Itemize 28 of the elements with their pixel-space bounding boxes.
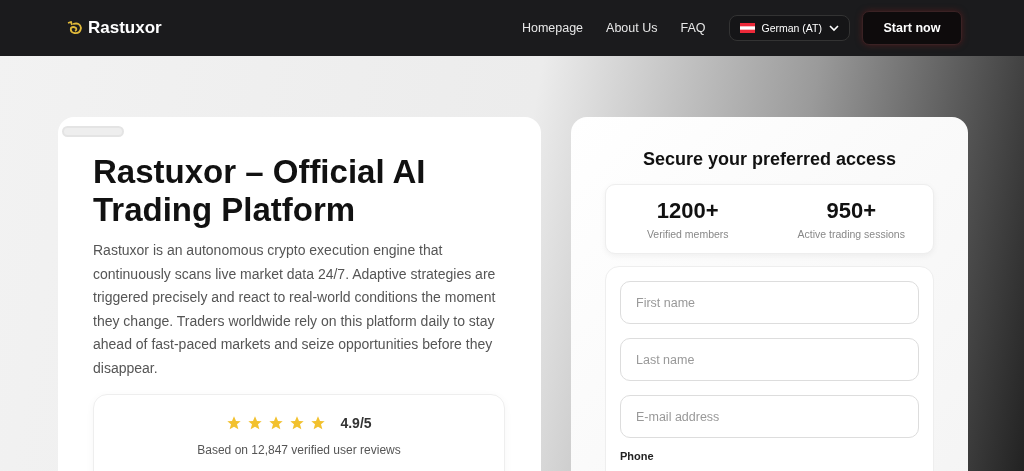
logo-icon <box>67 21 83 35</box>
decorative-pill <box>62 126 124 137</box>
phone-label: Phone <box>620 450 655 462</box>
start-now-button[interactable]: Start now <box>862 11 962 45</box>
rating-score: 4.9/5 <box>340 415 372 431</box>
input-field[interactable]: Last name <box>620 338 919 381</box>
brand-name: Rastuxor <box>88 18 162 38</box>
input-field[interactable]: E-mail address <box>620 395 919 438</box>
flag-icon <box>739 23 755 33</box>
star-icon <box>247 415 264 431</box>
stat-value: 950+ <box>825 198 878 224</box>
stat-label: Active trading sessions <box>796 228 906 240</box>
hero-title: Rastuxor – Official AI Trading Platform <box>93 153 427 229</box>
input-field[interactable]: First name <box>620 281 919 324</box>
star-icon <box>268 415 285 431</box>
chevron-down-icon <box>829 24 839 32</box>
form-title: Secure your preferred access <box>641 149 898 170</box>
language-selector[interactable]: German (AT) <box>728 15 850 41</box>
star-icon <box>289 415 306 431</box>
hero-description: Rastuxor is an autonomous crypto execution engine that continuously scans live market data 24/7. Adaptive strategies are triggered precisely and react to real-world conditions the moment they change. Traders worldwide rely on this platform daily to stay ahead of fast-paced markets and seize opportunities before they disappear. <box>93 241 497 378</box>
stat-value: 1200+ <box>655 198 720 224</box>
nav-link[interactable]: Homepage <box>521 21 584 35</box>
nav-link[interactable]: FAQ <box>680 21 706 35</box>
star-icon <box>226 415 243 431</box>
star-icon <box>310 415 327 431</box>
nav-link[interactable]: About Us <box>606 21 658 35</box>
rating-caption: Based on 12,847 verified user reviews <box>196 443 402 457</box>
stat-label: Verified members <box>645 228 730 240</box>
